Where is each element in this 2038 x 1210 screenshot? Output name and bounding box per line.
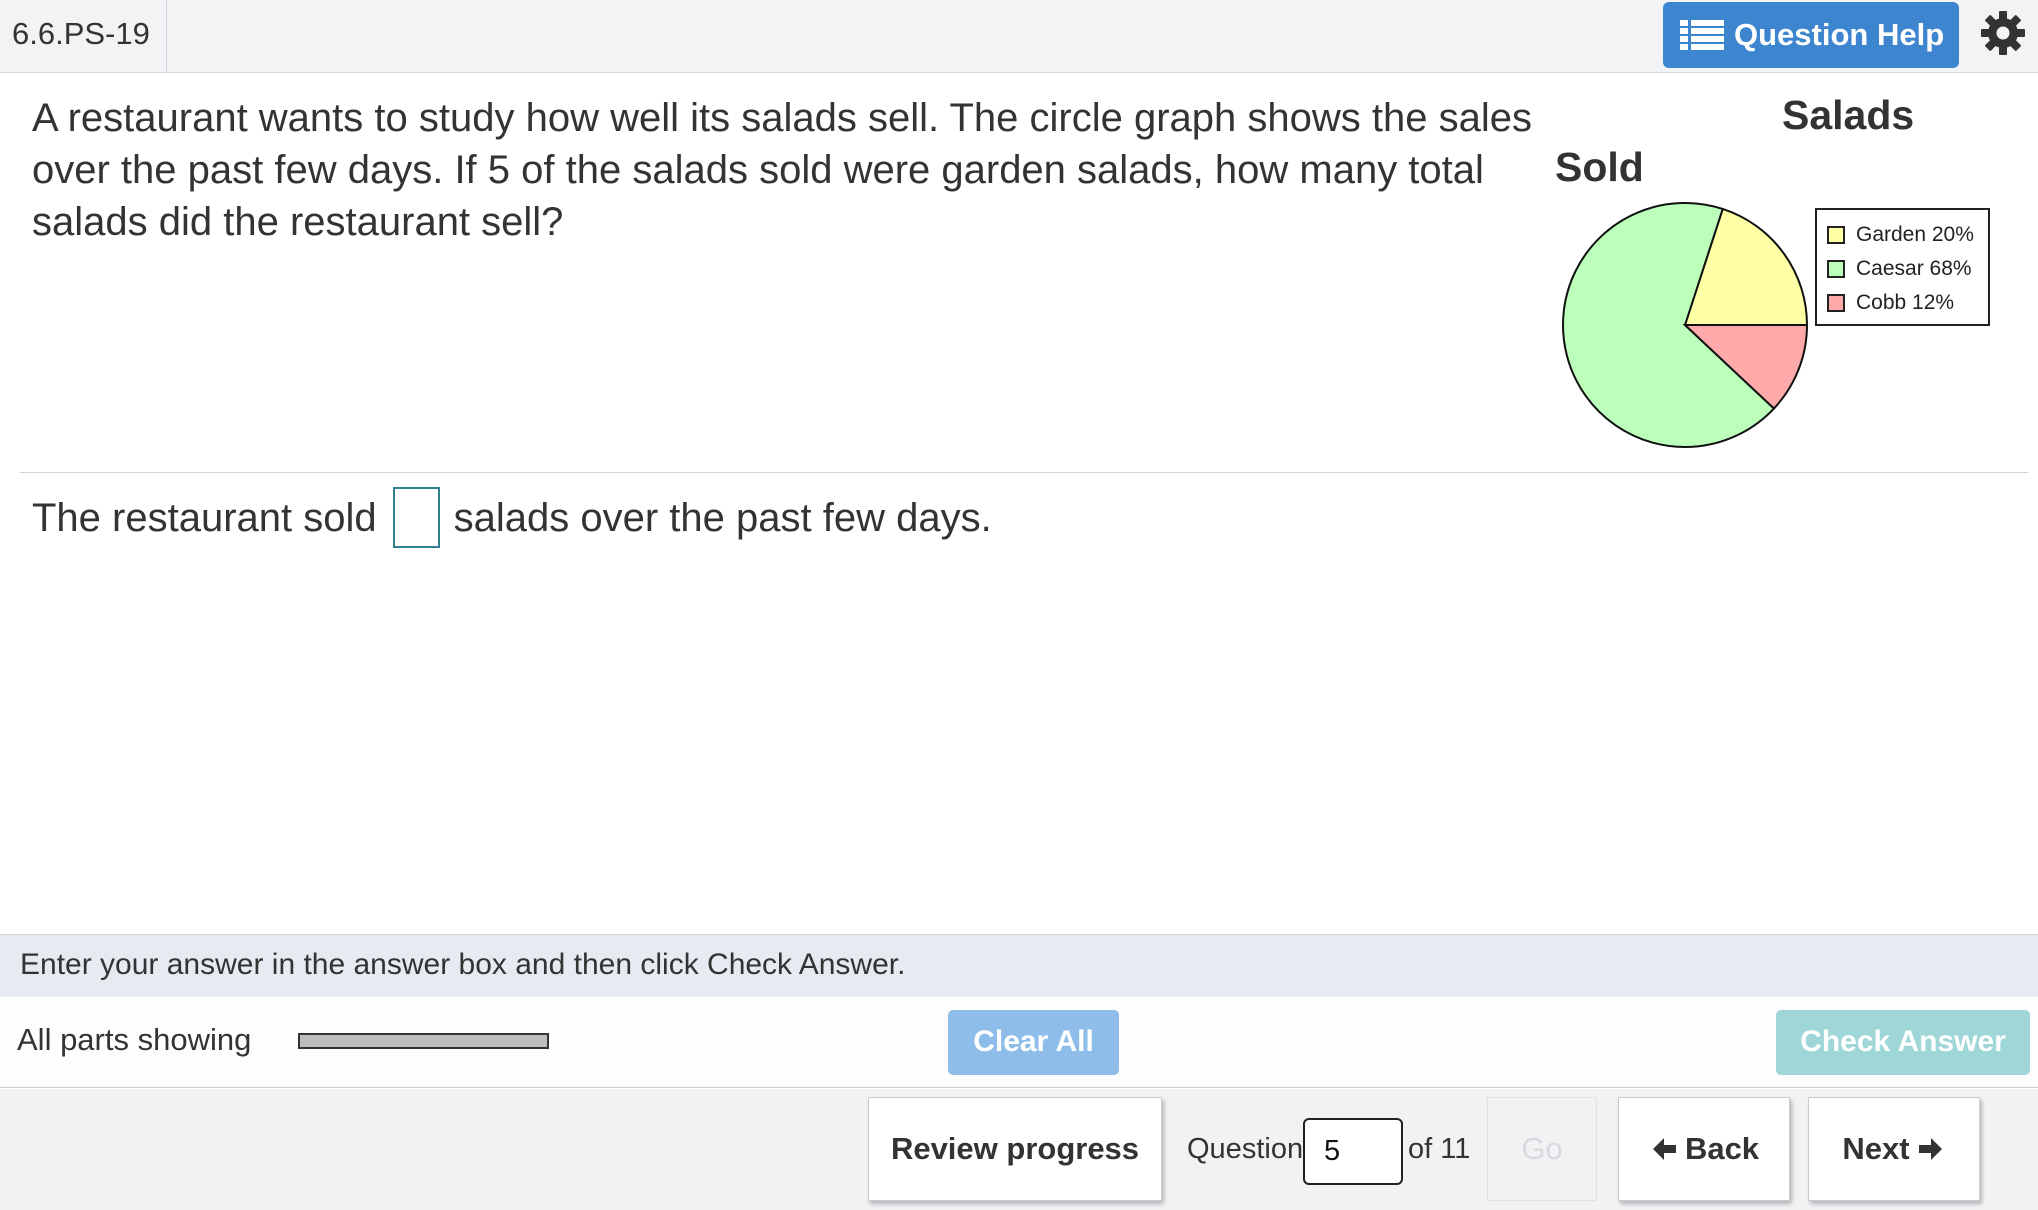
- answer-prefix: The restaurant sold: [32, 495, 377, 540]
- back-button[interactable]: Back: [1618, 1097, 1790, 1201]
- clear-all-button[interactable]: Clear All: [948, 1010, 1119, 1075]
- check-answer-button[interactable]: Check Answer: [1776, 1010, 2030, 1075]
- arrow-right-icon: [1918, 1138, 1942, 1160]
- question-number-label: Question: [1187, 1133, 1304, 1165]
- legend-label-cobb: Cobb 12%: [1856, 291, 1955, 314]
- question-help-button[interactable]: Question Help: [1663, 2, 1959, 68]
- parts-bar: All parts showing Clear All Check Answer: [0, 998, 2038, 1088]
- answer-suffix: salads over the past few days.: [453, 495, 992, 540]
- legend-swatch-garden: [1827, 226, 1845, 244]
- top-bar: 6.6.PS-19 Question Help: [0, 0, 2038, 73]
- back-label: Back: [1684, 1131, 1760, 1166]
- go-button[interactable]: Go: [1487, 1097, 1597, 1201]
- legend-item-caesar: Caesar 68%: [1827, 252, 1978, 286]
- footer-nav: Review progress Question 5 of 11 Go Back…: [0, 1089, 2038, 1210]
- legend-label-caesar: Caesar 68%: [1856, 257, 1972, 280]
- parts-progress-fill: [300, 1035, 547, 1047]
- question-help-label: Question Help: [1734, 17, 1945, 52]
- review-progress-button[interactable]: Review progress: [868, 1097, 1162, 1201]
- answer-input[interactable]: [392, 487, 440, 548]
- legend-item-cobb: Cobb 12%: [1827, 286, 1978, 320]
- legend-label-garden: Garden 20%: [1856, 223, 1974, 246]
- question-number-input[interactable]: 5: [1303, 1118, 1403, 1185]
- question-text: A restaurant wants to study how well its…: [32, 96, 1532, 244]
- pie-chart: [1562, 202, 1809, 448]
- list-icon: [1680, 20, 1724, 50]
- question-count-label: of 11: [1408, 1133, 1471, 1165]
- legend-swatch-cobb: [1827, 294, 1845, 312]
- chart-title-line2: Sold: [1555, 144, 1644, 190]
- question-id: 6.6.PS-19: [0, 0, 167, 72]
- parts-progress-bar: [298, 1033, 549, 1049]
- answer-sentence: The restaurant sold salads over the past…: [32, 487, 992, 548]
- section-divider: [20, 472, 2028, 473]
- chart-legend: Garden 20% Caesar 68% Cobb 12%: [1815, 208, 1990, 326]
- parts-label: All parts showing: [17, 1022, 252, 1057]
- instructions-bar: Enter your answer in the answer box and …: [0, 934, 2038, 997]
- arrow-left-icon: [1652, 1138, 1676, 1160]
- legend-swatch-caesar: [1827, 260, 1845, 278]
- next-label: Next: [1842, 1131, 1910, 1166]
- gear-icon[interactable]: [1980, 10, 2026, 56]
- next-button[interactable]: Next: [1808, 1097, 1980, 1201]
- chart-title-line1: Salads: [1782, 92, 1915, 138]
- legend-item-garden: Garden 20%: [1827, 218, 1978, 252]
